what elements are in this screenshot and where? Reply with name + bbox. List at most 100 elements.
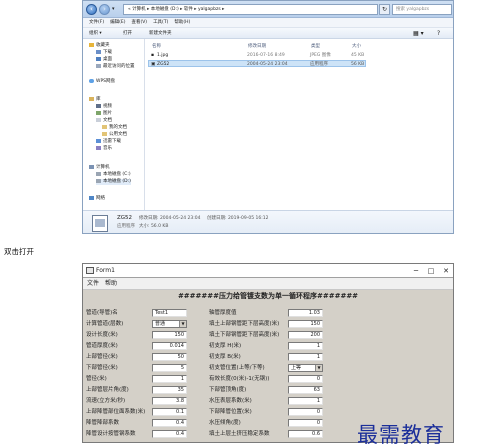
column-date[interactable]: 修改日期 (248, 43, 266, 49)
menu-edit[interactable]: 编辑(E) (110, 18, 125, 28)
close-icon[interactable]: ✕ (439, 266, 453, 276)
network-icon (89, 196, 94, 200)
open-button[interactable]: 打开 (123, 28, 132, 39)
menu-file[interactable]: 文件 (87, 278, 99, 290)
nav-downloads[interactable]: 下载 (96, 50, 112, 56)
application-icon: ▣ (151, 62, 156, 67)
field-label: 流速(立方米/秒) (86, 398, 126, 404)
value-input[interactable]: 5 (152, 364, 187, 372)
value-input[interactable]: 3.8 (152, 397, 187, 405)
column-size[interactable]: 大小 (352, 43, 361, 49)
nav-network[interactable]: 网络 (89, 196, 105, 202)
explorer-address-bar: ‹ › ▾ « 计算机 ▸ 本地磁盘 (D:) ▸ 软件 ▸ yalgapbzs… (83, 1, 453, 18)
dropdown-value: 上等 (291, 365, 302, 371)
folder-icon (102, 132, 107, 136)
search-input[interactable]: 搜索 yalgapbzs (392, 4, 452, 15)
organize-button[interactable]: 组织 ▾ (89, 28, 102, 39)
menu-file[interactable]: 文件(F) (89, 18, 104, 28)
field-label: 填土上层土挤压稳定系数 (209, 431, 270, 437)
value-input[interactable]: 0.014 (152, 342, 187, 350)
video-icon (96, 104, 101, 108)
field-label: 下部管径(米) (86, 365, 118, 371)
file-type: 应用程序 (310, 62, 328, 67)
nav-documents[interactable]: 文档 (96, 118, 112, 124)
detail-created: 创建日期: 2019-09-05 16:12 (207, 216, 269, 221)
menu-tools[interactable]: 工具(T) (153, 18, 168, 28)
value-input[interactable]: 1 (288, 342, 323, 350)
library-icon (89, 97, 94, 101)
dropdown-arrow-icon[interactable]: ▼ (315, 365, 322, 371)
nav-favorites[interactable]: 收藏夹 (89, 43, 110, 49)
menu-help[interactable]: 帮助(H) (174, 18, 190, 28)
explorer-window: ‹ › ▾ « 计算机 ▸ 本地磁盘 (D:) ▸ 软件 ▸ yalgapbzs… (82, 0, 454, 234)
value-input[interactable]: 0.1 (152, 408, 187, 416)
field-label: 上部降管部位面系数(米) (86, 409, 146, 415)
value-input[interactable]: 63 (288, 386, 323, 394)
nav-wps-cloud[interactable]: WPS网盘 (89, 79, 115, 85)
refresh-icon[interactable]: ↻ (379, 4, 390, 15)
column-name[interactable]: 名称 (152, 43, 161, 49)
document-icon (96, 118, 101, 122)
view-options-icon[interactable]: ▦ ▾ (413, 28, 424, 39)
file-date: 2004-05-24 23:04 (247, 62, 288, 67)
nav-drive-d[interactable]: 本地磁盘 (D:) (96, 179, 131, 185)
value-input[interactable]: 150 (152, 331, 187, 339)
field-label: 管道(导管)名 (86, 310, 118, 316)
nav-my-documents[interactable]: 我的文档 (102, 125, 127, 131)
dropdown-select[interactable]: 上等 ▼ (288, 364, 323, 372)
nav-thunder[interactable]: 迅雷下载 (96, 139, 121, 145)
history-chevron-icon[interactable]: ▾ (112, 6, 115, 12)
help-icon[interactable]: ? (437, 28, 440, 39)
back-arrow-icon[interactable]: ‹ (86, 4, 97, 15)
menu-help[interactable]: 帮助 (105, 278, 117, 290)
value-input[interactable]: 1 (152, 375, 187, 383)
value-input[interactable]: 1.03 (288, 309, 323, 317)
menu-view[interactable]: 查看(V) (131, 18, 147, 28)
image-file-icon: ▪ (151, 53, 155, 58)
value-input[interactable]: 0.4 (152, 430, 187, 438)
field-label: 初支管位置(上等/下等) (209, 365, 265, 371)
new-folder-button[interactable]: 新建文件夹 (149, 28, 172, 39)
nav-libraries[interactable]: 库 (89, 97, 101, 103)
column-type[interactable]: 类型 (311, 43, 320, 49)
file-row[interactable]: ▪ 1.jpg 2016-07-16 8:49 JPEG 图像 45 KB (148, 52, 366, 59)
value-input[interactable]: 35 (152, 386, 187, 394)
dropdown-arrow-icon[interactable]: ▼ (179, 321, 186, 327)
nav-pictures[interactable]: 图片 (96, 111, 112, 117)
address-input[interactable]: « 计算机 ▸ 本地磁盘 (D:) ▸ 软件 ▸ yalgapbzs ▸ (123, 4, 378, 15)
form1-window: Form1 ─ □ ✕ 文件 帮助 #######压力给管镀支数为单一循环程序#… (82, 263, 454, 443)
field-label: 下部降管位置(米) (209, 409, 252, 415)
nav-drive-c[interactable]: 本地磁盘 (C:) (96, 172, 131, 178)
minimize-icon[interactable]: ─ (409, 266, 423, 276)
explorer-toolbar: 组织 ▾ 打开 新建文件夹 ▦ ▾ ? (83, 28, 453, 39)
nav-public-documents[interactable]: 公用文档 (102, 132, 127, 138)
detail-name: ZG52 (117, 215, 133, 221)
value-input[interactable]: 1 (288, 397, 323, 405)
value-input[interactable]: 0.4 (152, 419, 187, 427)
nav-videos[interactable]: 视频 (96, 104, 112, 110)
value-input[interactable]: 50 (152, 353, 187, 361)
value-input[interactable]: 1 (288, 353, 323, 361)
forward-arrow-icon[interactable]: › (99, 4, 110, 15)
nav-computer[interactable]: 计算机 (89, 165, 110, 171)
download-folder-icon (96, 50, 101, 54)
dropdown-select[interactable]: 普通 ▼ (152, 320, 187, 328)
field-label: 水压表层系数(米) (209, 398, 252, 404)
file-row-selected[interactable]: ▣ ZG52 2004-05-24 23:04 应用程序 56 KB (148, 60, 366, 67)
value-input[interactable]: 0 (288, 408, 323, 416)
value-input[interactable]: 0 (288, 419, 323, 427)
cloud-icon (89, 79, 94, 83)
value-input[interactable]: 200 (288, 331, 323, 339)
file-size: 56 KB (351, 62, 365, 67)
nav-desktop[interactable]: 桌面 (96, 57, 112, 63)
value-input[interactable]: 0 (288, 375, 323, 383)
value-input[interactable]: Test1 (152, 309, 187, 317)
nav-music[interactable]: 音乐 (96, 146, 112, 152)
window-icon (86, 267, 94, 274)
value-input[interactable]: 0.6 (288, 430, 323, 438)
maximize-icon[interactable]: □ (424, 266, 438, 276)
navigation-pane: 收藏夹 下载 桌面 最近访问的位置 WPS网盘 库 视频 图片 文档 我的文档 … (83, 39, 145, 210)
value-input[interactable]: 150 (288, 320, 323, 328)
nav-recent[interactable]: 最近访问的位置 (96, 64, 135, 70)
file-list: 名称 修改日期 类型 大小 ▪ 1.jpg 2016-07-16 8:49 JP… (146, 39, 453, 210)
